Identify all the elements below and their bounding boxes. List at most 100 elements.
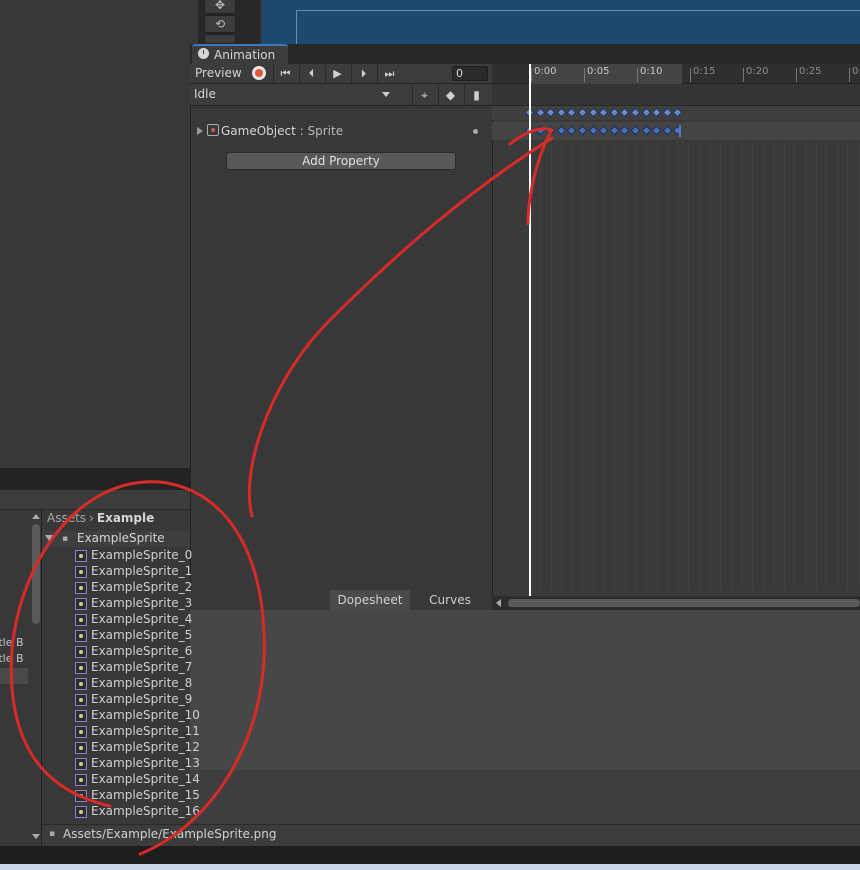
- sprite-icon: [75, 614, 87, 626]
- collapse-arrow-icon[interactable]: [45, 535, 53, 541]
- sprite-icon: [75, 758, 87, 770]
- timeline-grid-line: [720, 140, 721, 590]
- sprite-icon: [75, 566, 87, 578]
- timeline-grid-line: [688, 140, 689, 590]
- event-track[interactable]: [492, 84, 860, 106]
- rotate-icon: ⟲: [214, 17, 226, 31]
- sprite-name: ExampleSprite_2: [91, 580, 193, 594]
- add-keyframe-button[interactable]: ◆: [438, 85, 462, 105]
- timeline-grid-line: [593, 140, 594, 590]
- timeline-grid-line: [657, 140, 658, 590]
- sprite-name: ExampleSprite_3: [91, 596, 193, 610]
- ruler-tick-line: [584, 68, 585, 82]
- sprite-icon: [75, 694, 87, 706]
- timeline-grid-line: [625, 140, 626, 590]
- filter-keyframes-button[interactable]: ⌖: [412, 85, 436, 105]
- rotate-tool-button[interactable]: ⟲: [204, 15, 236, 33]
- add-property-button[interactable]: Add Property: [226, 152, 456, 170]
- timeline-grid-line: [667, 140, 668, 590]
- sprite-name: ExampleSprite_10: [91, 708, 200, 722]
- scroll-up-icon[interactable]: [32, 514, 40, 519]
- lower-panel-right: [492, 610, 860, 770]
- timeline-grid-line: [572, 140, 573, 590]
- ruler-tick-line: [690, 68, 691, 82]
- sprite-name: ExampleSprite_8: [91, 676, 193, 690]
- clip-end-marker[interactable]: [679, 125, 681, 137]
- timeline-grid-line: [699, 140, 700, 590]
- skip-to-end-icon: ⏭: [384, 67, 395, 80]
- breadcrumb: Assets › Example: [47, 511, 154, 525]
- tab-dopesheet[interactable]: Dopesheet: [330, 590, 410, 610]
- lower-panel-left: [190, 610, 492, 770]
- ruler-tick-label: 0:20: [746, 66, 769, 77]
- timeline-grid-line: [773, 140, 774, 590]
- folder-tree-item[interactable]: ttle B: [0, 636, 24, 649]
- timeline-grid-line: [794, 140, 795, 590]
- sprite-icon: [75, 662, 87, 674]
- sprite-name: ExampleSprite_14: [91, 772, 200, 786]
- scroll-left-icon[interactable]: [496, 599, 501, 607]
- sprite-name: ExampleSprite_1: [91, 564, 193, 578]
- step-back-icon: ⏴: [308, 67, 315, 80]
- sprite-icon: [75, 774, 87, 786]
- first-keyframe-button[interactable]: ⏮: [273, 65, 297, 83]
- rect-tool-button[interactable]: [204, 34, 236, 44]
- timeline-grid-line: [847, 140, 848, 590]
- folder-tree-scrollbar[interactable]: [32, 524, 40, 624]
- play-icon: ▶: [333, 67, 342, 80]
- scene-grid-rect: [296, 10, 860, 44]
- scrollbar-thumb[interactable]: [508, 599, 860, 607]
- ruler-tick-line: [531, 68, 532, 82]
- clip-dropdown[interactable]: Idle: [192, 86, 396, 103]
- expand-arrow-icon[interactable]: [197, 127, 203, 135]
- window-bottom-edge: [0, 864, 860, 870]
- last-keyframe-button[interactable]: ⏭: [377, 65, 401, 83]
- folder-tree-item[interactable]: ttle B: [0, 652, 24, 665]
- play-button[interactable]: ▶: [325, 65, 349, 83]
- sprite-icon: [75, 582, 87, 594]
- preview-toggle[interactable]: Preview: [195, 66, 242, 80]
- folder-tree-selection: [0, 668, 28, 684]
- sprite-name: ExampleSprite_13: [91, 756, 200, 770]
- skip-to-start-icon: ⏮: [280, 67, 291, 80]
- property-options-icon[interactable]: [473, 129, 478, 134]
- animation-property-panel: [190, 64, 492, 610]
- timeline-grid-line: [826, 140, 827, 590]
- sprite-renderer-icon: [207, 124, 219, 136]
- project-tab-bar: [0, 468, 190, 492]
- ruler-tick-line: [849, 68, 850, 82]
- step-forward-icon: ⏵: [360, 67, 367, 80]
- scroll-down-icon[interactable]: [32, 834, 40, 839]
- previous-keyframe-button[interactable]: ⏴: [299, 65, 323, 83]
- sprite-icon: [75, 726, 87, 738]
- timeline-grid-line: [710, 140, 711, 590]
- timeline-grid-line: [741, 140, 742, 590]
- sprite-name: ExampleSprite_12: [91, 740, 200, 754]
- timeline-grid-line: [561, 140, 562, 590]
- animation-tab-bar: [190, 44, 860, 64]
- next-keyframe-button[interactable]: ⏵: [351, 65, 375, 83]
- chevron-down-icon: [382, 92, 390, 97]
- record-button[interactable]: [251, 66, 267, 81]
- asset-group-name: ExampleSprite: [77, 531, 165, 545]
- tab-curves[interactable]: Curves: [410, 590, 490, 610]
- breadcrumb-folder[interactable]: Example: [97, 511, 154, 525]
- ruler-tick-label: 0:: [852, 66, 860, 77]
- timeline-grid-line: [635, 140, 636, 590]
- timeline-grid-line: [646, 140, 647, 590]
- add-keyframe-icon: ◆: [445, 88, 456, 102]
- sprite-icon: [75, 742, 87, 754]
- property-separator: :: [295, 124, 308, 138]
- add-event-button[interactable]: ▮: [464, 85, 488, 105]
- move-tool-button[interactable]: ✥: [204, 0, 236, 14]
- timeline-grid-line: [678, 140, 679, 590]
- sprite-name: ExampleSprite_5: [91, 628, 193, 642]
- playhead[interactable]: [529, 64, 531, 598]
- sprite-icon: [75, 550, 87, 562]
- breadcrumb-root[interactable]: Assets: [47, 511, 86, 525]
- ruler-tick-label: 0:25: [799, 66, 822, 77]
- sprite-icon: [75, 630, 87, 642]
- frame-input[interactable]: 0: [452, 66, 488, 81]
- project-toolbar: [0, 490, 190, 510]
- sprite-icon: [75, 598, 87, 610]
